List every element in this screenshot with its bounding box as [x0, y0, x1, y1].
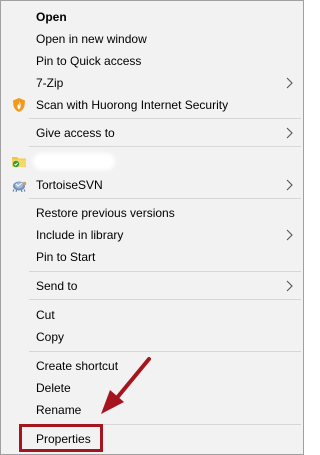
annotation-arrow-icon — [101, 357, 151, 414]
